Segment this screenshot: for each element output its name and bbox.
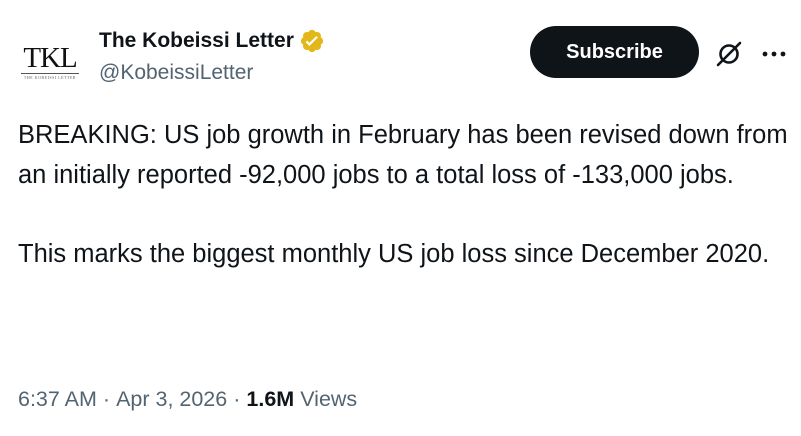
subscribe-button[interactable]: Subscribe — [530, 26, 699, 78]
gold-verified-icon[interactable] — [299, 28, 325, 54]
handle[interactable]: @KobeissiLetter — [99, 61, 325, 85]
tweet-text: BREAKING: US job growth in February has … — [18, 116, 793, 274]
avatar-logo-text: TKL — [23, 41, 77, 74]
avatar-divider — [21, 72, 79, 74]
grok-icon[interactable] — [713, 38, 745, 70]
name-row: The Kobeissi Letter — [99, 27, 325, 55]
tweet-time[interactable]: 6:37 AM — [18, 387, 97, 412]
tweet-header: TKL THE KOBEISSI LETTER The Kobeissi Let… — [0, 0, 801, 110]
more-icon[interactable] — [758, 38, 790, 70]
author-block: The Kobeissi Letter @KobeissiLetter — [99, 27, 325, 85]
meta-separator: · — [233, 386, 241, 411]
meta-separator: · — [102, 386, 111, 411]
tweet-date[interactable]: Apr 3, 2026 — [116, 387, 227, 412]
display-name[interactable]: The Kobeissi Letter — [99, 29, 294, 53]
avatar-tagline: THE KOBEISSI LETTER — [23, 74, 77, 80]
tweet-meta: 6:37 AM · Apr 3, 2026 · 1.6M Views — [18, 383, 357, 415]
tweet-paragraph: BREAKING: US job growth in February has … — [18, 121, 788, 189]
avatar[interactable]: TKL THE KOBEISSI LETTER — [18, 30, 82, 94]
views-count: 1.6M — [246, 386, 295, 411]
tweet-paragraph: This marks the biggest monthly US job lo… — [18, 239, 770, 268]
views-label: Views — [300, 386, 358, 411]
